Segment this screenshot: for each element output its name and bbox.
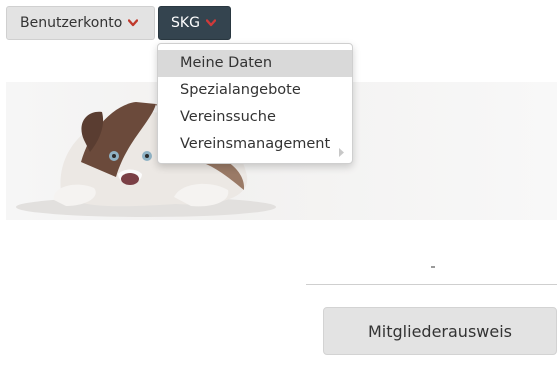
caret-down-icon <box>205 19 216 27</box>
menu-item-spezialangebote[interactable]: Spezialangebote <box>158 77 352 104</box>
menu-item-label: Spezialangebote <box>180 82 301 98</box>
menu-item-vereinssuche[interactable]: Vereinssuche <box>158 104 352 131</box>
membership-card-label: Mitgliederausweis <box>368 321 512 341</box>
section-divider <box>306 284 557 285</box>
chevron-right-icon <box>339 140 344 167</box>
org-menu-button[interactable]: SKG <box>158 6 231 40</box>
menu-item-vereinsmanagement[interactable]: Vereinsmanagement <box>158 131 352 158</box>
account-button-label: Benutzerkonto <box>20 15 123 31</box>
menu-item-label: Vereinssuche <box>180 109 276 125</box>
org-menu-label: SKG <box>171 15 200 31</box>
account-button[interactable]: Benutzerkonto <box>6 6 155 40</box>
menu-item-label: Meine Daten <box>180 55 273 71</box>
menu-item-meine-daten[interactable]: Meine Daten <box>158 50 352 77</box>
menu-item-label: Vereinsmanagement <box>180 136 331 152</box>
org-dropdown-menu: Meine Daten Spezialangebote Vereinssuche… <box>157 43 353 164</box>
caret-down-icon <box>128 19 139 27</box>
membership-card-button[interactable]: Mitgliederausweis <box>323 307 557 355</box>
text-fragment-mark <box>431 266 435 268</box>
